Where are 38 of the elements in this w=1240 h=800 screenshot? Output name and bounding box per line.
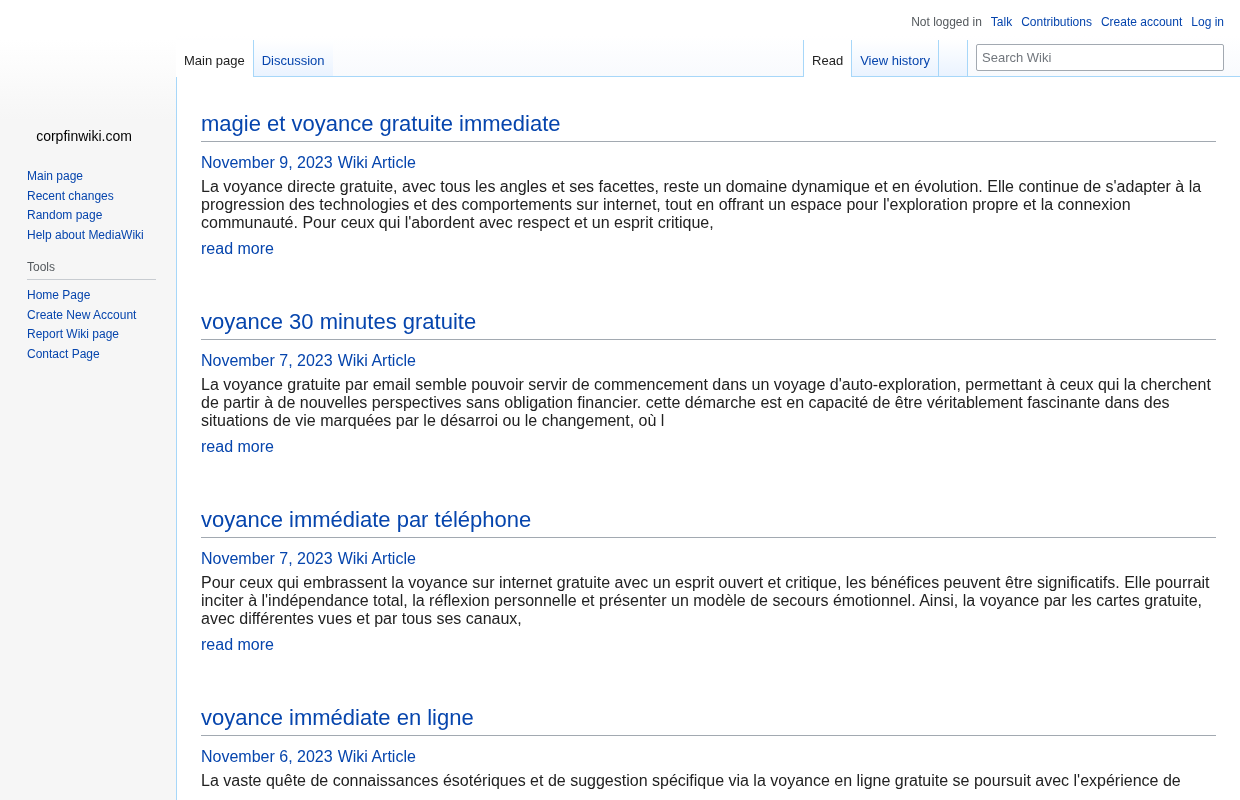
portal-heading: Tools — [27, 259, 156, 280]
article-title[interactable]: voyance immédiate en ligne — [201, 704, 1216, 736]
sidebar-link[interactable]: Create New Account — [27, 305, 137, 325]
read-more-link[interactable]: read more — [201, 239, 274, 259]
sidebar-link[interactable]: Random page — [27, 206, 103, 226]
article-date[interactable]: November 9, 2023 — [201, 153, 333, 173]
category-link[interactable]: Wiki Article — [337, 747, 416, 767]
sidebar-link[interactable]: Report Wiki page — [27, 325, 120, 345]
article-date[interactable]: November 7, 2023 — [201, 549, 333, 569]
category-link[interactable]: Wiki Article — [337, 153, 416, 173]
article-excerpt: Pour ceux qui embrassent la voyance sur internet gratuite avec un esprit ouvert et critique, les bénéfices peuvent être significatifs. Elle pourrait inciter à l'indépendance total, la réflexion personnelle et présenter un modèle de secours émotionnel. Ainsi, la voyance par les cartes gratuite, avec différentes vues et par tous ses canaux, — [201, 574, 1211, 628]
site-name: corpfinwiki.com — [36, 127, 132, 145]
article-date[interactable]: November 7, 2023 — [201, 351, 333, 371]
article-title[interactable]: voyance immédiate par téléphone — [201, 506, 1216, 538]
tab[interactable]: Discussion — [252, 40, 333, 76]
sidebar-link[interactable]: Home Page — [27, 286, 91, 306]
tab[interactable]: Read — [803, 40, 852, 77]
user-link[interactable]: Create account — [1100, 15, 1183, 29]
category-link[interactable]: Wiki Article — [337, 549, 416, 569]
article-title[interactable]: magie et voyance gratuite immediate — [201, 110, 1216, 142]
sidebar-link[interactable]: Main page — [27, 167, 84, 187]
sidebar-link[interactable]: Contact Page — [27, 344, 100, 364]
login-status: Not logged in — [911, 15, 982, 29]
article-excerpt: La voyance gratuite par email semble pouvoir servir de commencement dans un voyage d'auto-exploration, permettant à ceux qui la cherchent de partir à de nouvelles perspectives sans obligation financier. cette démarche est en capacité de être véritablement fascinante dans des situations de vie marquées par le désarroi ou le changement, où l — [201, 376, 1212, 430]
search-field[interactable]: Search Wiki — [976, 44, 1224, 71]
article-excerpt: La vaste quête de connaissances ésotériques et de suggestion spécifique via la voyance en ligne gratuite se poursuit avec l'expérience de — [201, 772, 1182, 790]
article-excerpt: La voyance directe gratuite, avec tous les angles et ses facettes, reste un domaine dynamique et en évolution. Elle continue de s'adapter à la progression des technologies et des comportements sur internet, tout en offrant un espace pour l'exploration propre et la connexion communauté. Pour ceux qui l'abordent avec respect et un esprit critique, — [201, 178, 1203, 232]
user-link[interactable]: Log in — [1191, 15, 1224, 29]
tab[interactable]: View history — [851, 40, 938, 76]
category-link[interactable]: Wiki Article — [337, 351, 416, 371]
user-link[interactable]: Talk — [990, 15, 1013, 29]
user-link[interactable]: Contributions — [1021, 15, 1092, 29]
article-date[interactable]: November 6, 2023 — [201, 747, 333, 767]
sidebar-link[interactable]: Help about MediaWiki — [27, 225, 144, 245]
read-more-link[interactable]: read more — [201, 437, 274, 457]
article-title[interactable]: voyance 30 minutes gratuite — [201, 308, 1216, 340]
sidebar-link[interactable]: Recent changes — [27, 186, 114, 206]
read-more-link[interactable]: read more — [201, 635, 274, 655]
